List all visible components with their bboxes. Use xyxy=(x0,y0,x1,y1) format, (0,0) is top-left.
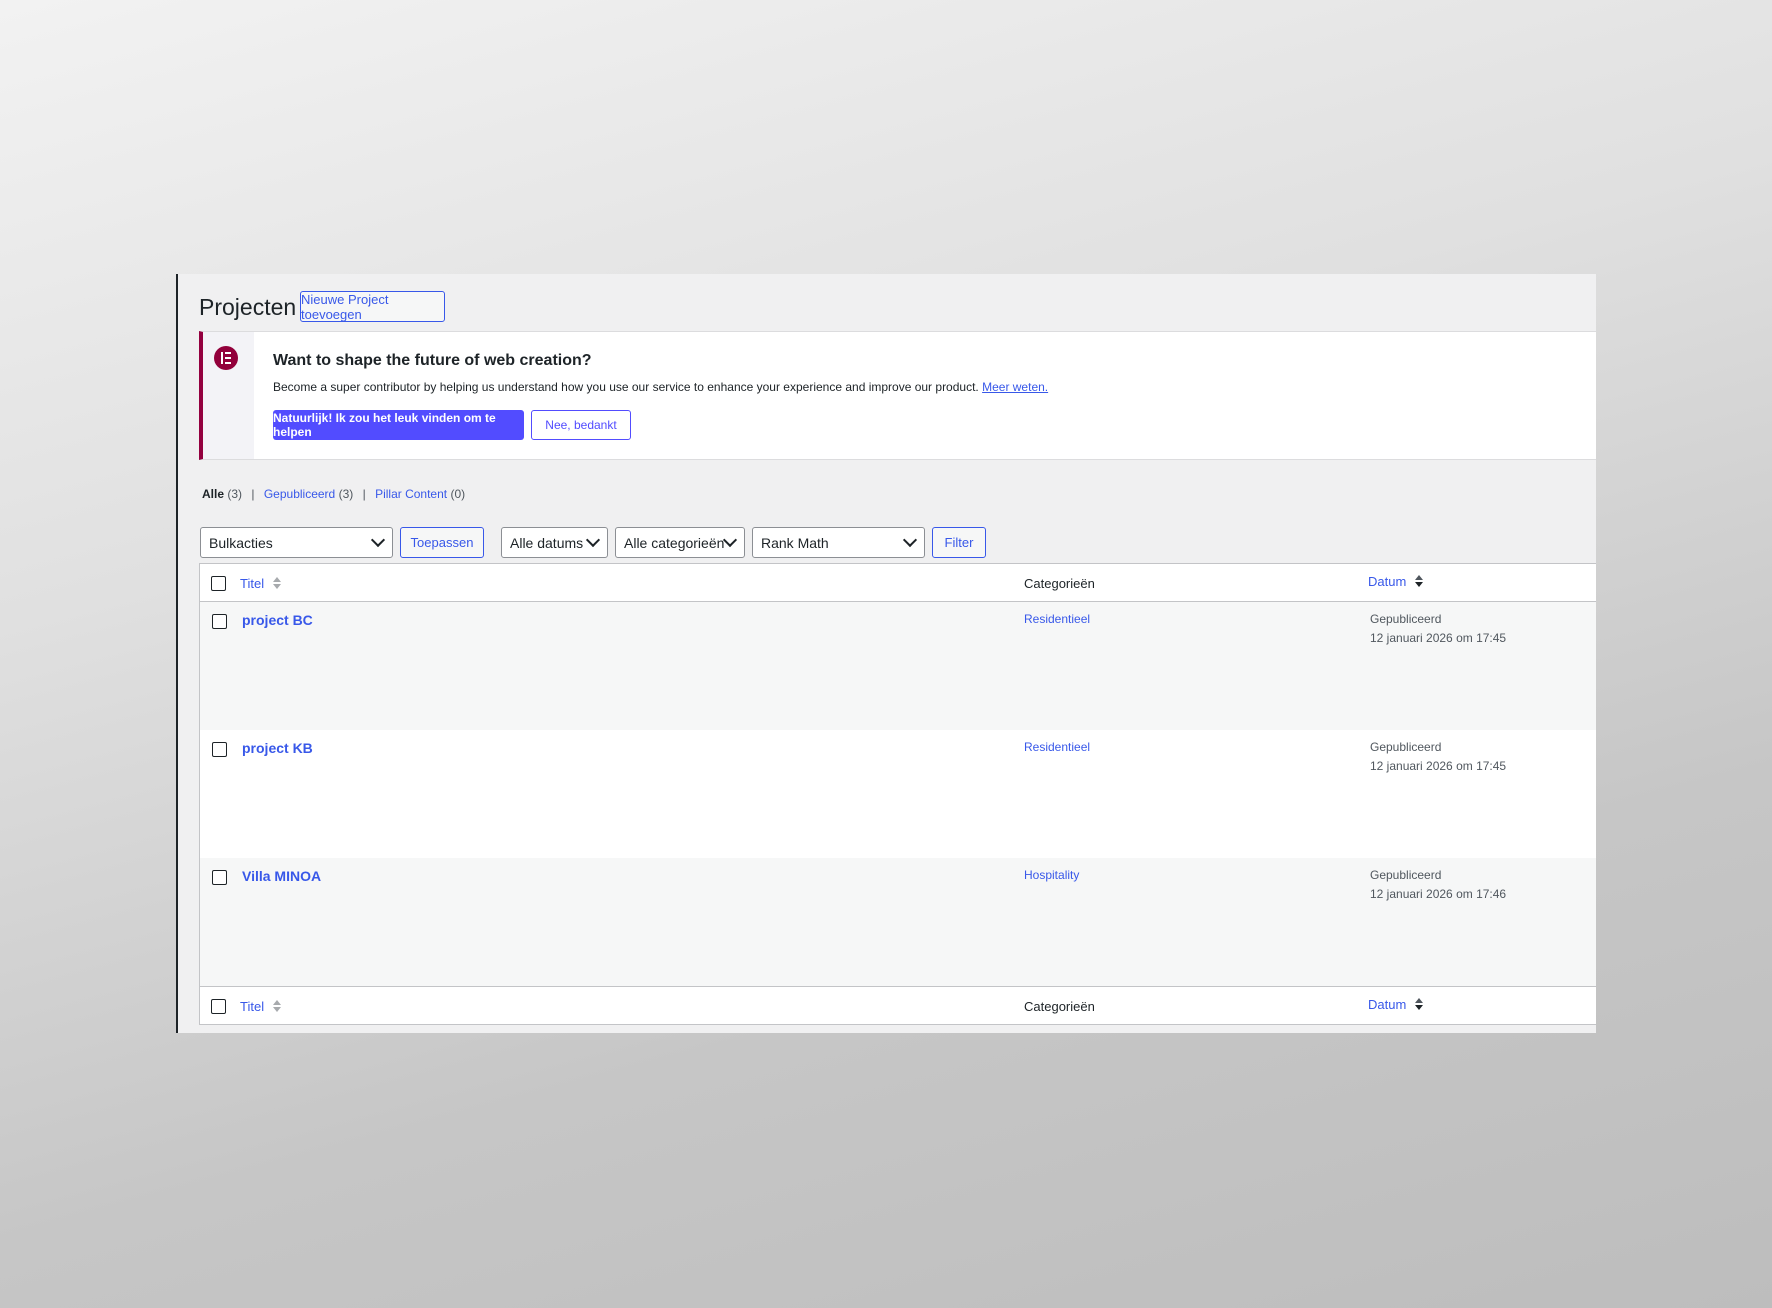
table-header: Titel Categorieën Datum xyxy=(199,563,1596,602)
rank-math-value: Rank Math xyxy=(761,534,829,551)
notice-text: Become a super contributor by helping us… xyxy=(273,380,1048,394)
notice-icon-column xyxy=(203,332,254,459)
view-pillar-content[interactable]: Pillar Content xyxy=(375,487,447,501)
notice-body: Become a super contributor by helping us… xyxy=(273,380,979,394)
row-checkbox[interactable] xyxy=(212,870,227,885)
row-status: Gepubliceerd xyxy=(1370,740,1442,754)
view-all[interactable]: Alle xyxy=(202,487,224,501)
row-date: 12 januari 2026 om 17:45 xyxy=(1370,631,1507,645)
table-row: project KB Residentieel Gepubliceerd 12 … xyxy=(199,730,1596,858)
sort-icon xyxy=(272,999,281,1012)
sort-icon xyxy=(272,576,281,589)
row-checkbox[interactable] xyxy=(212,742,227,757)
row-category-link[interactable]: Residentieel xyxy=(1024,740,1090,754)
row-title-link[interactable]: project BC xyxy=(242,612,313,628)
decline-button[interactable]: Nee, bedankt xyxy=(531,410,631,440)
table-row: Villa MINOA Hospitality Gepubliceerd 12 … xyxy=(199,858,1596,986)
chevron-down-icon xyxy=(370,532,386,548)
row-status: Gepubliceerd xyxy=(1370,612,1442,626)
categories-value: Alle categorieën xyxy=(624,534,725,551)
view-published-count: (3) xyxy=(338,487,354,501)
accept-help-button[interactable]: Natuurlijk! Ik zou het leuk vinden om te… xyxy=(273,410,524,440)
chevron-down-icon xyxy=(585,532,601,548)
select-all-checkbox[interactable] xyxy=(211,576,226,591)
row-date: 12 januari 2026 om 17:45 xyxy=(1370,759,1507,773)
row-category-link[interactable]: Residentieel xyxy=(1024,612,1090,626)
categories-select[interactable]: Alle categorieën xyxy=(615,527,745,558)
chevron-down-icon xyxy=(722,532,738,548)
row-date: 12 januari 2026 om 17:46 xyxy=(1370,887,1507,901)
table-footer: Titel Categorieën Datum xyxy=(199,986,1596,1025)
row-title-link[interactable]: Villa MINOA xyxy=(242,868,321,884)
column-title-label: Titel xyxy=(240,576,265,591)
view-filters: Alle (3) | Gepubliceerd (3) | Pillar Con… xyxy=(202,487,466,501)
dates-value: Alle datums xyxy=(510,534,584,551)
column-title-footer[interactable]: Titel xyxy=(240,999,281,1014)
projects-table: Titel Categorieën Datum project BC Resid… xyxy=(199,563,1596,1025)
column-title-label: Titel xyxy=(240,999,265,1014)
column-categories-footer: Categorieën xyxy=(1024,999,1095,1014)
view-all-count: (3) xyxy=(227,487,243,501)
column-date[interactable]: Datum xyxy=(1368,574,1423,589)
filter-button[interactable]: Filter xyxy=(932,527,986,558)
elementor-notice: Want to shape the future of web creation… xyxy=(199,331,1596,460)
page-title: Projecten xyxy=(199,294,297,320)
column-date-label: Datum xyxy=(1368,574,1407,589)
sort-icon xyxy=(1414,997,1423,1010)
admin-screen: Projecten Nieuwe Project toevoegen Want … xyxy=(176,274,1596,1033)
view-pillar-count: (0) xyxy=(450,487,466,501)
column-date-footer[interactable]: Datum xyxy=(1368,997,1423,1012)
row-checkbox[interactable] xyxy=(212,614,227,629)
table-row: project BC Residentieel Gepubliceerd 12 … xyxy=(199,602,1596,730)
row-title-link[interactable]: project KB xyxy=(242,740,313,756)
rank-math-select[interactable]: Rank Math xyxy=(752,527,925,558)
select-all-checkbox-footer[interactable] xyxy=(211,999,226,1014)
column-categories: Categorieën xyxy=(1024,576,1095,591)
row-category-link[interactable]: Hospitality xyxy=(1024,868,1079,882)
add-new-project-button[interactable]: Nieuwe Project toevoegen xyxy=(300,291,445,322)
row-status: Gepubliceerd xyxy=(1370,868,1442,882)
chevron-down-icon xyxy=(902,532,918,548)
elementor-icon xyxy=(214,346,238,370)
learn-more-link[interactable]: Meer weten. xyxy=(982,380,1048,394)
dates-select[interactable]: Alle datums xyxy=(501,527,608,558)
sort-icon xyxy=(1414,574,1423,587)
column-title[interactable]: Titel xyxy=(240,576,281,591)
bulk-actions-value: Bulkacties xyxy=(209,534,273,551)
apply-button[interactable]: Toepassen xyxy=(400,527,484,558)
column-date-label: Datum xyxy=(1368,997,1407,1012)
view-published[interactable]: Gepubliceerd xyxy=(264,487,335,501)
bulk-actions-select[interactable]: Bulkacties xyxy=(200,527,393,558)
notice-title: Want to shape the future of web creation… xyxy=(273,352,592,369)
